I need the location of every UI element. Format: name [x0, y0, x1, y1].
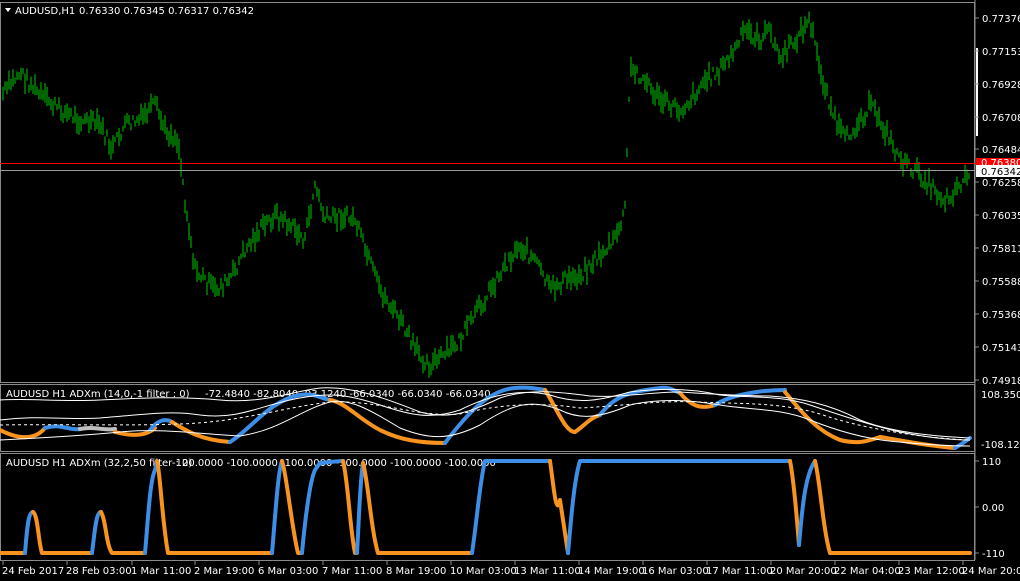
time-tick-label: 13 Mar 11:00: [514, 566, 581, 577]
main-header: AUDUSD,H1 0.76330 0.76345 0.76317 0.7634…: [5, 6, 254, 17]
current-price-tag: 0.76342: [976, 165, 1020, 178]
time-tick-label: 10 Mar 03:00: [450, 566, 517, 577]
indicator1-scale-bottom: -108.1237: [981, 440, 1020, 451]
price-tick-label: 0.76928: [982, 80, 1020, 91]
price-tick-label: 0.75811: [982, 244, 1020, 255]
price-tick-label: 0.74918: [982, 376, 1020, 387]
indicator2-title: AUDUSD H1 ADXm (32,2,50 filter : 2): [6, 458, 192, 469]
time-tick-label: 22 Mar 04:00: [834, 566, 901, 577]
indicator2-tick-mid: 0.00: [982, 503, 1004, 514]
indicator1-title: AUDUSD H1 ADXm (14,0,-1 filter : 0): [6, 389, 190, 400]
adx-signal-line: [78, 426, 117, 432]
adx-signal-line: [318, 459, 345, 465]
price-tick-label: 0.76035: [982, 211, 1020, 222]
price-tick-label: 0.77376: [982, 14, 1020, 25]
time-tick-label: 7 Mar 11:00: [322, 566, 382, 577]
ohlc-values: 0.76330 0.76345 0.76317 0.76342: [79, 6, 254, 17]
price-tick-label: 0.76484: [982, 145, 1020, 156]
time-tick-label: 6 Mar 03:00: [258, 566, 318, 577]
time-tick-label: 23 Mar 12:00: [898, 566, 965, 577]
time-tick-label: 17 Mar 11:00: [706, 566, 773, 577]
indicator1-header: AUDUSD H1 ADXm (14,0,-1 filter : 0) -72.…: [6, 389, 491, 400]
symbol-label: AUDUSD,H1: [15, 6, 75, 17]
price-tick-label: 0.76708: [982, 113, 1020, 124]
indicator2-header: AUDUSD H1 ADXm (32,2,50 filter : 2) -100…: [6, 458, 496, 469]
indicator2-tick-bottom: -110: [982, 549, 1005, 560]
price-tick-label: 0.76258: [982, 178, 1020, 189]
time-tick-label: 24 Feb 2017: [2, 566, 64, 577]
indicator2-tick-top: 110: [982, 457, 1001, 468]
background: [0, 0, 1020, 581]
time-tick-label: 16 Mar 03:00: [642, 566, 709, 577]
price-tick-label: 0.77153: [982, 47, 1020, 58]
current-price-tag-label: 0.76342: [981, 167, 1020, 178]
time-tick-label: 1 Mar 11:00: [131, 566, 191, 577]
indicator1-scale-top: 108.3505: [981, 390, 1020, 401]
time-tick-label: 8 Mar 19:00: [386, 566, 446, 577]
indicator1-values: -72.4840 -82.8040 -93.1240 -66.0340 -66.…: [205, 389, 491, 400]
price-tick-label: 0.75143: [982, 343, 1020, 354]
time-tick-label: 20 Mar 20:00: [770, 566, 837, 577]
time-tick-label: 28 Feb 03:00: [66, 566, 132, 577]
price-tick-label: 0.75588: [982, 277, 1020, 288]
time-tick-label: 14 Mar 19:00: [578, 566, 645, 577]
time-tick-label: 2 Mar 19:00: [194, 566, 254, 577]
chart-window[interactable]: AUDUSD,H1 0.76330 0.76345 0.76317 0.7634…: [0, 0, 1020, 581]
price-tick-label: 0.75368: [982, 310, 1020, 321]
time-tick-label: 24 Mar 20:00: [962, 566, 1020, 577]
